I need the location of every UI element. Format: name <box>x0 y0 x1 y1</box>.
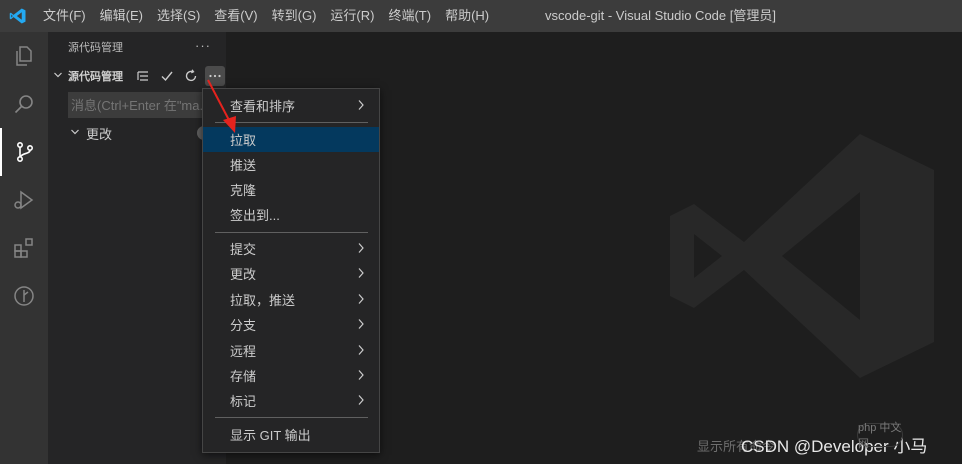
commit-check-icon[interactable] <box>157 66 177 86</box>
changes-group[interactable]: 更改 <box>48 122 226 144</box>
window-title: vscode-git - Visual Studio Code [管理员] <box>545 8 776 23</box>
changes-label: 更改 <box>86 126 113 142</box>
menu-item-push[interactable]: 推送 <box>203 152 379 177</box>
chevron-right-icon <box>357 267 365 282</box>
activity-bar <box>0 32 48 464</box>
menu-item-label: 存储 <box>230 369 257 384</box>
menu-view[interactable]: 查看(V) <box>207 0 264 32</box>
section-title: 源代码管理 <box>68 71 123 83</box>
menu-item-label: 签出到... <box>230 208 280 223</box>
menu-item-branch[interactable]: 分支 <box>203 312 379 337</box>
menu-bar: 文件(F) 编辑(E) 选择(S) 查看(V) 转到(G) 运行(R) 终端(T… <box>36 0 496 32</box>
chevron-right-icon <box>357 242 365 257</box>
menu-item-commit[interactable]: 提交 <box>203 236 379 261</box>
view-as-tree-icon[interactable] <box>133 66 153 86</box>
refresh-icon[interactable] <box>181 66 201 86</box>
more-actions-context-menu: 查看和排序 拉取 推送 克隆 签出到... 提交 更改 拉取，推送 分支 远程 … <box>202 88 380 453</box>
menu-run[interactable]: 运行(R) <box>323 0 381 32</box>
menu-item-tags[interactable]: 标记 <box>203 388 379 413</box>
menu-edit[interactable]: 编辑(E) <box>93 0 150 32</box>
menu-item-label: 显示 GIT 输出 <box>230 428 311 443</box>
git-graph-icon[interactable] <box>0 272 48 320</box>
menu-item-label: 克隆 <box>230 183 257 198</box>
menu-item-show-git-output[interactable]: 显示 GIT 输出 <box>203 422 379 447</box>
menu-item-checkout[interactable]: 签出到... <box>203 202 379 227</box>
menu-item-changes[interactable]: 更改 <box>203 261 379 286</box>
red-arrow-annotation-icon <box>207 79 236 133</box>
chevron-right-icon <box>357 394 365 409</box>
source-control-icon[interactable] <box>0 128 48 176</box>
menu-go[interactable]: 转到(G) <box>265 0 324 32</box>
chevron-right-icon <box>357 344 365 359</box>
menu-separator <box>215 232 368 233</box>
chevron-right-icon <box>357 318 365 333</box>
menu-separator <box>215 417 368 418</box>
commit-message-input[interactable] <box>68 92 216 118</box>
menu-item-pull-push[interactable]: 拉取，推送 <box>203 287 379 312</box>
chevron-right-icon <box>357 99 365 114</box>
menu-item-label: 推送 <box>230 158 257 173</box>
explorer-icon[interactable] <box>0 32 48 80</box>
menu-help[interactable]: 帮助(H) <box>438 0 496 32</box>
search-icon[interactable] <box>0 80 48 128</box>
chevron-down-icon <box>48 127 86 140</box>
php-watermark-badge: php 中文网 <box>857 422 903 450</box>
menu-item-label: 远程 <box>230 344 257 359</box>
source-control-section-header[interactable]: 源代码管理 <box>48 64 226 88</box>
sidebar-header: 源代码管理 ··· <box>48 32 226 62</box>
extensions-icon[interactable] <box>0 224 48 272</box>
menu-item-stash[interactable]: 存储 <box>203 363 379 388</box>
menu-item-label: 分支 <box>230 318 257 333</box>
sidebar-header-title: 源代码管理 <box>68 42 123 54</box>
menu-terminal[interactable]: 终端(T) <box>381 0 438 32</box>
run-debug-icon[interactable] <box>0 176 48 224</box>
vscode-logo-icon <box>0 0 36 32</box>
menu-item-clone[interactable]: 克隆 <box>203 177 379 202</box>
chevron-right-icon <box>357 293 365 308</box>
chevron-right-icon <box>357 369 365 384</box>
menu-selection[interactable]: 选择(S) <box>150 0 207 32</box>
menu-item-label: 标记 <box>230 394 257 409</box>
title-bar: 文件(F) 编辑(E) 选择(S) 查看(V) 转到(G) 运行(R) 终端(T… <box>0 0 962 32</box>
menu-item-remote[interactable]: 远程 <box>203 338 379 363</box>
menu-item-label: 提交 <box>230 242 257 257</box>
menu-file[interactable]: 文件(F) <box>36 0 93 32</box>
source-control-sidebar: 源代码管理 ··· 源代码管理 更改 <box>48 32 226 464</box>
sidebar-more-icon[interactable]: ··· <box>195 38 211 53</box>
menu-item-label: 拉取，推送 <box>230 293 296 308</box>
vscode-watermark-icon <box>670 134 934 378</box>
chevron-down-icon <box>48 70 68 83</box>
menu-item-label: 更改 <box>230 267 257 282</box>
